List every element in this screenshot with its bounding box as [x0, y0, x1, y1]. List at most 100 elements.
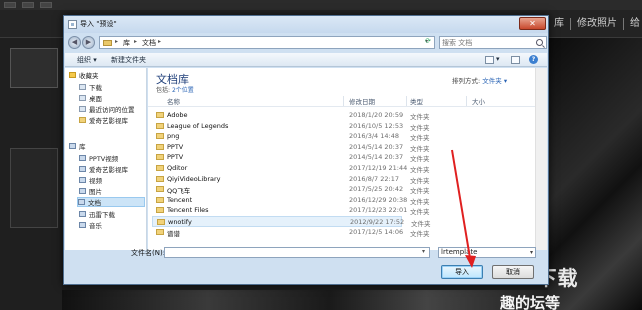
library-icon	[79, 155, 86, 161]
file-row[interactable]: Tencent Files 2017/12/23 22:01 文件夹	[152, 205, 430, 216]
file-name: Qditor	[167, 164, 188, 172]
dialog-titlebar[interactable]: 导入 "预设" ✕	[64, 16, 548, 33]
library-icon	[79, 166, 86, 172]
nav-item-documents[interactable]: 文档	[77, 197, 145, 207]
nav-item-recent[interactable]: 最近访问的位置	[79, 104, 135, 114]
nav-item-pptv[interactable]: PPTV视频	[79, 153, 118, 163]
file-date: 2017/12/19 21:44	[349, 164, 408, 172]
file-date: 2016/10/5 12:53	[349, 121, 404, 130]
file-row[interactable]: wnotify 2012/9/22 17:52 文件夹	[152, 216, 431, 228]
file-type: 文件夹	[410, 208, 430, 217]
app-menu-button[interactable]	[22, 2, 34, 8]
desktop-icon	[79, 95, 86, 101]
back-button[interactable]: ◀	[68, 36, 81, 49]
file-row[interactable]: PPTV 2014/5/14 20:37 文件夹	[152, 142, 430, 153]
arrange-dropdown[interactable]: 文件夹 ▾	[482, 77, 507, 85]
folder-icon	[156, 165, 164, 171]
nav-item-iqiyi[interactable]: 爱奇艺影视库	[79, 115, 128, 125]
filename-label: 文件名(N):	[131, 249, 166, 257]
module-tab-develop[interactable]: 修改照片	[570, 18, 623, 30]
filetype-value: lrtemplate	[441, 248, 478, 256]
file-type: 文件夹	[411, 220, 431, 228]
file-type: 文件夹	[410, 166, 430, 174]
nav-label: 库	[79, 143, 86, 151]
arrange-label: 排列方式:	[452, 77, 483, 85]
file-row[interactable]: League of Legends 2016/10/5 12:53 文件夹	[152, 121, 430, 132]
breadcrumb-library[interactable]: 库	[123, 38, 130, 48]
organize-menu[interactable]: 组织 ▾	[77, 55, 97, 65]
module-tab-library[interactable]: 库	[548, 18, 570, 30]
file-row[interactable]: 谱谱 2017/12/5 14:06 文件夹	[152, 227, 430, 238]
app-topbar	[0, 0, 642, 10]
caption-text: 趣的坛等	[500, 294, 561, 310]
file-date: 2017/5/25 20:42	[349, 185, 404, 194]
nav-item-xunlei[interactable]: 迅雷下载	[79, 209, 115, 219]
file-name: Tencent	[167, 195, 193, 204]
nav-label: 最近访问的位置	[89, 106, 135, 114]
column-header-modified[interactable]: 修改日期	[349, 96, 375, 106]
nav-item-pictures[interactable]: 图片	[79, 186, 102, 196]
view-dropdown-icon[interactable]: ▾	[496, 55, 500, 63]
file-type: 文件夹	[410, 155, 430, 164]
locations-link[interactable]: 2个位置	[172, 87, 194, 94]
file-row[interactable]: QQ飞车 2017/5/25 20:42 文件夹	[152, 184, 430, 195]
column-header-name[interactable]: 名称	[167, 96, 180, 106]
import-button[interactable]: 导入	[441, 265, 483, 279]
app-menu-button[interactable]	[4, 2, 16, 8]
column-divider[interactable]	[406, 96, 407, 106]
close-button[interactable]: ✕	[519, 17, 546, 30]
navigator-thumbnail[interactable]	[10, 48, 58, 88]
column-divider[interactable]	[343, 96, 344, 106]
nav-item-iqiyi-lib[interactable]: 爱奇艺影视库	[79, 164, 128, 174]
library-icon	[69, 143, 76, 149]
preview-pane-icon[interactable]	[511, 56, 520, 64]
library-subtitle: 包括: 2个位置	[156, 85, 194, 94]
file-row[interactable]: png 2016/3/4 14:48 文件夹	[152, 131, 430, 142]
document-icon	[78, 199, 85, 205]
filetype-select[interactable]: lrtemplate ▾	[438, 247, 536, 258]
view-options-icon[interactable]	[485, 56, 494, 64]
chevron-right-icon[interactable]: ▸	[115, 38, 118, 45]
module-tab-more[interactable]: 给	[623, 18, 642, 30]
preset-panel[interactable]	[10, 148, 58, 228]
new-folder-button[interactable]: 新建文件夹	[111, 55, 146, 65]
forward-button[interactable]: ▶	[82, 36, 95, 49]
navigation-pane: 收藏夹 下载 桌面 最近访问的位置 爱奇艺影视库 库 PPTV视频 爱奇艺影视库…	[65, 68, 147, 250]
star-icon	[69, 72, 76, 78]
file-row[interactable]: Qditor 2017/12/19 21:44 文件夹	[152, 163, 430, 174]
search-input[interactable]	[442, 38, 532, 48]
file-type: 文件夹	[410, 134, 430, 143]
chevron-right-icon[interactable]: ▸	[158, 38, 161, 45]
vertical-scrollbar[interactable]	[535, 68, 547, 250]
search-box[interactable]	[439, 36, 547, 49]
file-date: 2014/5/14 20:37	[349, 153, 404, 162]
file-date: 2016/8/7 22:17	[349, 174, 399, 183]
nav-label: 爱奇艺影视库	[89, 117, 128, 125]
nav-item-videos[interactable]: 视频	[79, 175, 102, 185]
app-menu-button[interactable]	[40, 2, 52, 8]
help-icon[interactable]: ?	[529, 55, 538, 64]
file-name: Tencent Files	[167, 206, 209, 215]
address-bar[interactable]: ▸ 库 ▸ 文档 ▸ ▾	[99, 36, 435, 49]
breadcrumb-documents[interactable]: 文档	[142, 38, 156, 48]
chevron-down-icon[interactable]: ▾	[422, 248, 425, 255]
search-icon[interactable]	[536, 39, 543, 46]
nav-item-downloads[interactable]: 下载	[79, 82, 102, 92]
column-header-type[interactable]: 类型	[410, 96, 423, 106]
filename-input[interactable]	[164, 247, 430, 258]
nav-favorites[interactable]: 收藏夹	[69, 70, 99, 80]
chevron-down-icon[interactable]: ▾	[530, 248, 533, 257]
file-row[interactable]: QiyiVideoLibrary 2016/8/7 22:17 文件夹	[152, 174, 430, 185]
file-row[interactable]: Adobe 2018/1/20 20:59 文件夹	[152, 110, 430, 121]
column-divider[interactable]	[466, 96, 467, 106]
file-row[interactable]: Tencent 2016/12/29 20:38 文件夹	[152, 195, 430, 206]
refresh-icon[interactable]: ⟳	[423, 37, 433, 47]
nav-libraries[interactable]: 库	[69, 141, 86, 151]
nav-item-music[interactable]: 音乐	[79, 220, 102, 230]
chevron-right-icon[interactable]: ▸	[134, 38, 137, 45]
column-header-size[interactable]: 大小	[472, 96, 485, 106]
cancel-button[interactable]: 取消	[492, 265, 534, 279]
file-type: 文件夹	[410, 144, 430, 153]
file-row[interactable]: PPTV 2014/5/14 20:37 文件夹	[152, 152, 430, 163]
nav-item-desktop[interactable]: 桌面	[79, 93, 102, 103]
